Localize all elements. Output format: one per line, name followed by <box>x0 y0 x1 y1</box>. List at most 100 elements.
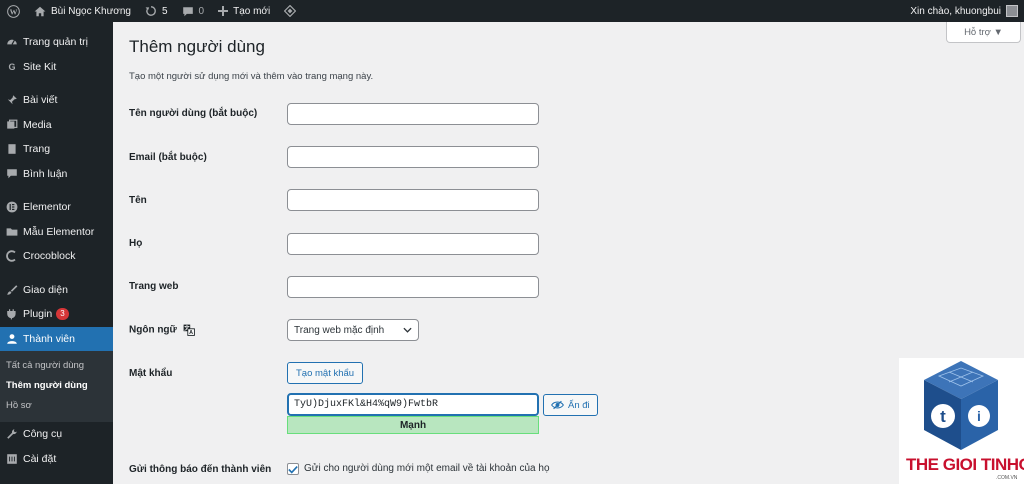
menu-item-comments[interactable]: Bình luận <box>0 162 113 187</box>
watermark-brand: THE GIOI TINHOC <box>906 455 1024 474</box>
menu-label: Plugin <box>23 308 53 321</box>
users-icon <box>6 333 18 345</box>
page-icon <box>6 143 18 155</box>
new-content-label: Tạo mới <box>233 5 271 17</box>
language-label-row: Ngôn ngữ 文A <box>129 324 195 336</box>
menu-label: Thành viên <box>23 332 75 345</box>
last-name-label: Họ <box>129 238 143 249</box>
menu-label: Công cụ <box>23 428 63 441</box>
menu-item-users[interactable]: Thành viên <box>0 326 113 351</box>
plugin-icon <box>6 308 18 320</box>
svg-text:i: i <box>977 408 981 424</box>
submenu-profile[interactable]: Hồ sơ <box>0 396 113 416</box>
comments-link[interactable]: 0 <box>175 0 212 22</box>
password-label: Mật khẩu <box>129 368 173 379</box>
password-input[interactable]: TyU)DjuxFKl&H4%qW9)FwtbR <box>287 393 539 416</box>
plus-icon <box>218 6 229 16</box>
submenu-all-users[interactable]: Tất cả người dùng <box>0 356 113 376</box>
home-icon <box>34 6 46 16</box>
help-tab-button[interactable]: Hỗ trợ ▼ <box>946 22 1021 43</box>
menu-label: Cài đặt <box>23 452 57 465</box>
notify-checkbox-text: Gửi cho người dùng mới một email về tài … <box>304 463 550 474</box>
updates-link[interactable]: 5 <box>138 0 175 22</box>
svg-text:A: A <box>189 330 193 336</box>
hide-password-button[interactable]: Ẩn đi <box>543 394 598 416</box>
comments-count: 0 <box>198 5 205 17</box>
crocoblock-icon <box>6 250 18 262</box>
page-title: Thêm người dùng <box>129 37 265 56</box>
updates-count: 5 <box>161 5 168 17</box>
media-icon <box>6 119 18 131</box>
users-submenu: Tất cả người dùng Thêm người dùng Hồ sơ <box>0 351 113 422</box>
website-label: Trang web <box>129 281 179 292</box>
password-strength-meter: Mạnh <box>287 416 539 434</box>
language-label: Ngôn ngữ <box>129 324 177 336</box>
language-select[interactable]: Trang web mặc định <box>287 319 419 341</box>
elementor-icon <box>6 201 18 213</box>
menu-label: Site Kit <box>23 60 57 73</box>
brush-icon <box>6 284 18 296</box>
translation-icon: 文A <box>183 324 195 336</box>
menu-label: Media <box>23 118 52 131</box>
generate-password-button[interactable]: Tạo mật khẩu <box>287 362 364 384</box>
menu-label: Elementor <box>23 201 71 214</box>
menu-label: Bình luận <box>23 167 68 180</box>
notify-checkbox[interactable] <box>287 463 299 475</box>
menu-item-elementor-templates[interactable]: Mẫu Elementor <box>0 220 113 245</box>
comment-icon <box>6 168 18 180</box>
page-description: Tạo một người sử dụng mới và thêm vào tr… <box>129 71 374 82</box>
menu-label: Trang <box>23 143 51 156</box>
settings-icon <box>6 453 18 465</box>
menu-item-posts[interactable]: Bài viết <box>0 88 113 113</box>
site-name: Bùi Ngọc Khương <box>51 5 131 17</box>
menu-item-settings[interactable]: Cài đặt <box>0 447 113 472</box>
watermark-logo: t i THE GIOI TINHOC .COM.VN <box>899 358 1024 484</box>
menu-label: Crocoblock <box>23 250 76 263</box>
my-account[interactable]: Xin chào, khuongbui <box>910 5 1024 17</box>
main-content: Hỗ trợ ▼ Thêm người dùng Tạo một người s… <box>113 22 1024 484</box>
plugin-update-badge: 3 <box>56 308 69 321</box>
wrench-icon <box>6 428 18 440</box>
watermark-domain: .COM.VN <box>996 475 1018 481</box>
first-name-label: Tên <box>129 195 147 206</box>
avatar <box>1006 5 1018 17</box>
menu-item-appearance[interactable]: Giao diện <box>0 278 113 303</box>
chevron-down-icon <box>403 327 412 333</box>
last-name-input[interactable] <box>287 233 539 255</box>
svg-text:t: t <box>940 407 946 426</box>
cube-logo-icon: t i <box>924 361 998 450</box>
elementor-diamond-icon[interactable] <box>277 0 303 22</box>
menu-item-crocoblock[interactable]: Crocoblock <box>0 244 113 269</box>
pushpin-icon <box>6 94 18 106</box>
comment-bubble-icon <box>182 6 193 16</box>
menu-label: Giao diện <box>23 283 68 296</box>
greeting-text: Xin chào, khuongbui <box>910 5 1001 17</box>
website-input[interactable] <box>287 276 539 298</box>
menu-item-tools[interactable]: Công cụ <box>0 422 113 447</box>
notify-label: Gửi thông báo đến thành viên <box>129 464 272 475</box>
dashboard-icon <box>6 36 18 48</box>
google-g-icon: G <box>6 61 18 73</box>
username-input[interactable] <box>287 103 539 125</box>
menu-label: Bài viết <box>23 94 58 107</box>
menu-item-site-kit[interactable]: G Site Kit <box>0 55 113 80</box>
language-select-value: Trang web mặc định <box>294 324 385 336</box>
email-input[interactable] <box>287 146 539 168</box>
folder-icon <box>6 226 18 238</box>
menu-item-pages[interactable]: Trang <box>0 137 113 162</box>
first-name-input[interactable] <box>287 189 539 211</box>
checkmark-icon <box>288 465 298 474</box>
menu-item-dashboard[interactable]: Trang quản trị <box>0 30 113 55</box>
wordpress-logo-icon[interactable]: W <box>0 0 27 22</box>
hide-password-label: Ẩn đi <box>568 399 590 411</box>
menu-item-media[interactable]: Media <box>0 113 113 138</box>
username-label: Tên người dùng (bắt buộc) <box>129 108 258 119</box>
menu-item-elementor[interactable]: Elementor <box>0 195 113 220</box>
menu-label: Trang quản trị <box>23 36 88 49</box>
new-content-link[interactable]: Tạo mới <box>211 0 277 22</box>
refresh-icon <box>145 6 156 16</box>
site-name-link[interactable]: Bùi Ngọc Khương <box>27 0 138 22</box>
submenu-add-user[interactable]: Thêm người dùng <box>0 376 113 396</box>
menu-item-plugins[interactable]: Plugin 3 <box>0 302 113 327</box>
menu-label: Mẫu Elementor <box>23 225 95 238</box>
